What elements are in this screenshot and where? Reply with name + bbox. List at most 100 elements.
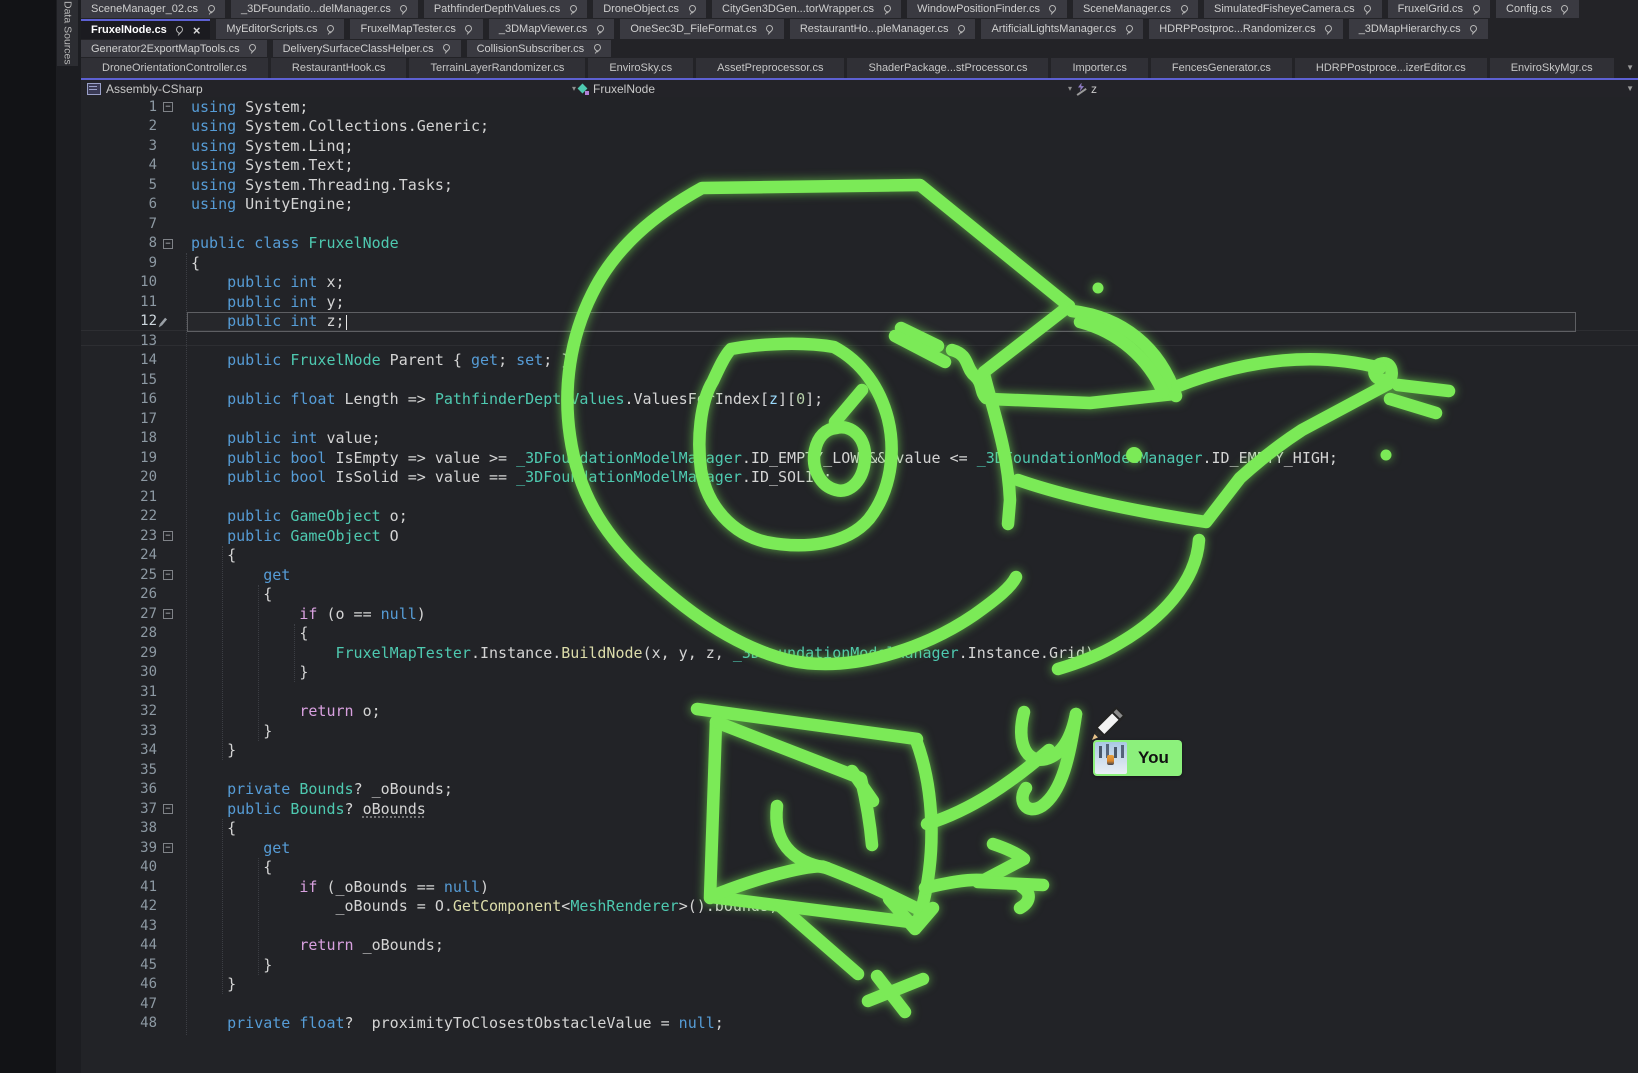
code-line-35[interactable]: 35 [81, 761, 1638, 781]
code-line-9[interactable]: 9{ [81, 254, 1638, 274]
code-line-34[interactable]: 34 } [81, 741, 1638, 761]
code-line-48[interactable]: 48 private float? proximityToClosestObst… [81, 1014, 1638, 1034]
code-line-39[interactable]: 39− get [81, 839, 1638, 859]
pin-icon[interactable] [248, 44, 257, 54]
pin-icon[interactable] [568, 4, 577, 14]
code-line-26[interactable]: 26 { [81, 585, 1638, 605]
tab-overflow-icon[interactable]: ▼ [1626, 63, 1634, 72]
code-line-20[interactable]: 20 public bool IsSolid => value == _3DFo… [81, 468, 1638, 488]
tab-deliverysurfaceclasshelper-cs[interactable]: DeliverySurfaceClassHelper.cs [273, 40, 461, 57]
code-line-23[interactable]: 23− public GameObject O [81, 527, 1638, 547]
tab--3dfoundatio-delmanager-cs[interactable]: _3DFoundatio...delManager.cs [231, 0, 418, 18]
code-line-1[interactable]: 1−using System; [81, 98, 1638, 118]
code-line-10[interactable]: 10 public int x; [81, 273, 1638, 293]
code-editor[interactable]: 1−using System;2using System.Collections… [81, 97, 1638, 1073]
code-line-12[interactable]: 12 public int z; [81, 312, 1638, 332]
tab-windowpositionfinder-cs[interactable]: WindowPositionFinder.cs [907, 0, 1067, 18]
code-line-7[interactable]: 7 [81, 215, 1638, 235]
tab-shaderpackage-stprocessor-cs[interactable]: ShaderPackage...stProcessor.cs [847, 58, 1048, 78]
fold-collapse-icon[interactable]: − [163, 570, 173, 580]
code-line-19[interactable]: 19 public bool IsEmpty => value >= _3DFo… [81, 449, 1638, 469]
code-line-22[interactable]: 22 public GameObject o; [81, 507, 1638, 527]
tab-envirosky-cs[interactable]: EnviroSky.cs [588, 58, 693, 78]
fold-collapse-icon[interactable]: − [163, 531, 173, 541]
tab-droneorientationcontroller-cs[interactable]: DroneOrientationController.cs [81, 58, 268, 78]
code-line-36[interactable]: 36 private Bounds? _oBounds; [81, 780, 1638, 800]
tab-fencesgenerator-cs[interactable]: FencesGenerator.cs [1151, 58, 1292, 78]
code-line-42[interactable]: 42 _oBounds = O.GetComponent<MeshRendere… [81, 897, 1638, 917]
code-line-5[interactable]: 5using System.Threading.Tasks; [81, 176, 1638, 196]
fold-collapse-icon[interactable]: − [163, 102, 173, 112]
code-line-14[interactable]: 14 public FruxelNode Parent { get; set; … [81, 351, 1638, 371]
fold-collapse-icon[interactable]: − [163, 843, 173, 853]
pin-icon[interactable] [687, 4, 696, 14]
code-line-37[interactable]: 37− public Bounds? oBounds [81, 800, 1638, 820]
code-line-43[interactable]: 43 [81, 917, 1638, 937]
code-line-28[interactable]: 28 { [81, 624, 1638, 644]
tab-assetpreprocessor-cs[interactable]: AssetPreprocessor.cs [696, 58, 844, 78]
pin-icon[interactable] [595, 24, 604, 34]
code-line-17[interactable]: 17 [81, 410, 1638, 430]
pin-icon[interactable] [956, 24, 965, 34]
code-line-32[interactable]: 32 return o; [81, 702, 1638, 722]
tab-collisionsubscriber-cs[interactable]: CollisionSubscriber.cs [467, 40, 612, 57]
tab-fruxelnode-cs[interactable]: FruxelNode.cs× [81, 19, 210, 39]
code-line-38[interactable]: 38 { [81, 819, 1638, 839]
tab-importer-cs[interactable]: Importer.cs [1051, 58, 1147, 78]
fold-collapse-icon[interactable]: − [163, 804, 173, 814]
code-line-16[interactable]: 16 public float Length => PathfinderDept… [81, 390, 1638, 410]
code-line-11[interactable]: 11 public int y; [81, 293, 1638, 313]
code-line-24[interactable]: 24 { [81, 546, 1638, 566]
pin-icon[interactable] [1048, 4, 1057, 14]
pin-icon[interactable] [206, 4, 215, 14]
fold-collapse-icon[interactable]: − [163, 609, 173, 619]
code-line-41[interactable]: 41 if (_oBounds == null) [81, 878, 1638, 898]
breadcrumb-overflow-icon[interactable]: ▼ [1626, 84, 1634, 93]
pin-icon[interactable] [592, 44, 601, 54]
close-icon[interactable]: × [193, 24, 201, 37]
tab-enviroskymgr-cs[interactable]: EnviroSkyMgr.cs [1490, 58, 1614, 78]
code-line-25[interactable]: 25− get [81, 566, 1638, 586]
tab-simulatedfisheyecamera-cs[interactable]: SimulatedFisheyeCamera.cs [1204, 0, 1382, 18]
tab-restaurantho-plemanager-cs[interactable]: RestaurantHo...pleManager.cs [790, 19, 976, 39]
chevron-down-icon[interactable]: ▾ [1068, 84, 1072, 93]
code-line-27[interactable]: 27− if (o == null) [81, 605, 1638, 625]
tab-generator2exportmaptools-cs[interactable]: Generator2ExportMapTools.cs [81, 40, 267, 57]
tab-scenemanager-02-cs[interactable]: SceneManager_02.cs [81, 0, 225, 18]
tab-config-cs[interactable]: Config.cs [1496, 0, 1579, 18]
pin-icon[interactable] [1471, 4, 1480, 14]
pin-icon[interactable] [442, 44, 451, 54]
tab-fruxelmaptester-cs[interactable]: FruxelMapTester.cs [350, 19, 482, 39]
tab-droneobject-cs[interactable]: DroneObject.cs [593, 0, 706, 18]
tab-scenemanager-cs[interactable]: SceneManager.cs [1073, 0, 1198, 18]
pin-icon[interactable] [882, 4, 891, 14]
code-line-44[interactable]: 44 return _oBounds; [81, 936, 1638, 956]
code-line-40[interactable]: 40 { [81, 858, 1638, 878]
tab-restauranthook-cs[interactable]: RestaurantHook.cs [271, 58, 407, 78]
pin-icon[interactable] [1124, 24, 1133, 34]
code-line-21[interactable]: 21 [81, 488, 1638, 508]
pin-icon[interactable] [175, 25, 184, 35]
code-line-33[interactable]: 33 } [81, 722, 1638, 742]
code-line-2[interactable]: 2using System.Collections.Generic; [81, 117, 1638, 137]
tab-myeditorscripts-cs[interactable]: MyEditorScripts.cs [216, 19, 344, 39]
pin-icon[interactable] [1324, 24, 1333, 34]
breadcrumb-member[interactable]: z [1076, 82, 1097, 96]
code-line-3[interactable]: 3using System.Linq; [81, 137, 1638, 157]
code-line-31[interactable]: 31 [81, 683, 1638, 703]
tab-citygen3dgen-torwrapper-cs[interactable]: CityGen3DGen...torWrapper.cs [712, 0, 901, 18]
code-line-29[interactable]: 29 FruxelMapTester.Instance.BuildNode(x,… [81, 644, 1638, 664]
tab-pathfinderdepthvalues-cs[interactable]: PathfinderDepthValues.cs [424, 0, 587, 18]
tab-hdrppostproce-izereditor-cs[interactable]: HDRPPostproce...izerEditor.cs [1295, 58, 1487, 78]
tab--3dmapviewer-cs[interactable]: _3DMapViewer.cs [489, 19, 614, 39]
code-line-45[interactable]: 45 } [81, 956, 1638, 976]
tab--3dmaphierarchy-cs[interactable]: _3DMapHierarchy.cs [1349, 19, 1488, 39]
pin-icon[interactable] [325, 24, 334, 34]
code-line-47[interactable]: 47 [81, 995, 1638, 1015]
code-line-4[interactable]: 4using System.Text; [81, 156, 1638, 176]
tab-onesec3d-fileformat-cs[interactable]: OneSec3D_FileFormat.cs [620, 19, 784, 39]
code-line-18[interactable]: 18 public int value; [81, 429, 1638, 449]
chevron-down-icon[interactable]: ▾ [572, 84, 576, 93]
code-line-8[interactable]: 8−public class FruxelNode [81, 234, 1638, 254]
tab-fruxelgrid-cs[interactable]: FruxelGrid.cs [1388, 0, 1490, 18]
